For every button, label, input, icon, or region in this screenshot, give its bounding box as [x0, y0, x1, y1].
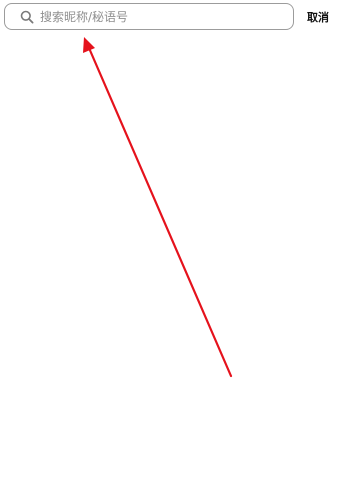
- cancel-button[interactable]: 取消: [307, 8, 329, 25]
- annotation-arrow-shaft: [87, 46, 233, 378]
- annotation-arrow: [83, 37, 233, 378]
- search-input[interactable]: [40, 7, 285, 26]
- search-bar[interactable]: [4, 3, 294, 30]
- annotation-arrow-head: [83, 37, 95, 53]
- search-page: 取消: [0, 0, 341, 494]
- search-icon: [20, 10, 34, 24]
